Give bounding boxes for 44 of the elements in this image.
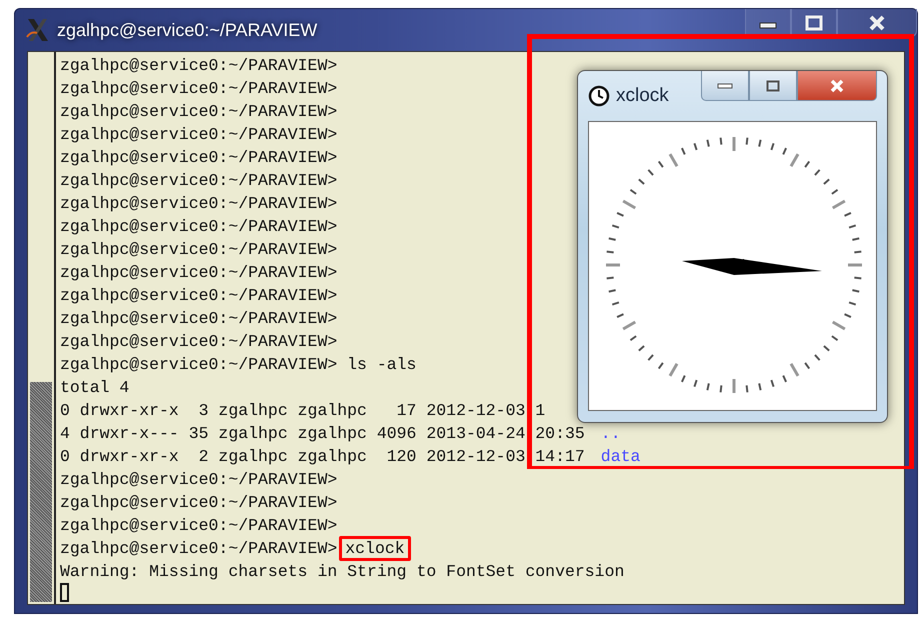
command-text: ls -als: [347, 355, 416, 374]
terminal-line: zgalhpc@service0:~/PARAVIEW>: [60, 125, 338, 144]
maximize-icon: [805, 14, 823, 30]
terminal-line: zgalhpc@service0:~/PARAVIEW>: [60, 217, 338, 236]
minimize-icon: [717, 82, 733, 90]
maximize-button[interactable]: [791, 9, 837, 37]
terminal-line: 0 drwxr-xr-x 2 zgalhpc zgalhpc 120 2012-12-03 14:17: [60, 447, 585, 466]
maximize-button[interactable]: [749, 71, 797, 101]
close-button[interactable]: [797, 71, 877, 101]
terminal-line: zgalhpc@service0:~/PARAVIEW>: [60, 539, 338, 558]
clock-icon: [588, 85, 610, 107]
directory-name: ..: [600, 424, 621, 443]
terminal-line: 4 drwxr-x--- 35 zgalhpc zgalhpc 4096 2013-04-24 20:35: [60, 424, 585, 443]
minimize-button[interactable]: [701, 71, 749, 101]
minimize-button[interactable]: [745, 9, 791, 37]
terminal-line: zgalhpc@service0:~/PARAVIEW>: [60, 263, 338, 282]
terminal-line: Warning: Missing charsets in String to FontSet conversion: [60, 562, 624, 581]
close-icon: [868, 14, 886, 30]
terminal-line: 0 drwxr-xr-x 3 zgalhpc zgalhpc 17 2012-12-03 1: [60, 401, 546, 420]
terminal-line: zgalhpc@service0:~/PARAVIEW>: [60, 148, 338, 167]
terminal-line: zgalhpc@service0:~/PARAVIEW>: [60, 493, 338, 512]
text-cursor: [60, 583, 69, 602]
terminal-line: zgalhpc@service0:~/PARAVIEW>: [60, 286, 338, 305]
terminal-line: zgalhpc@service0:~/PARAVIEW>: [60, 79, 338, 98]
terminal-line: zgalhpc@service0:~/PARAVIEW>: [60, 56, 338, 75]
terminal-line: zgalhpc@service0:~/PARAVIEW>: [60, 102, 338, 121]
terminal-line: zgalhpc@service0:~/PARAVIEW>: [60, 171, 338, 190]
window-title: zgalhpc@service0:~/PARAVIEW: [57, 20, 318, 40]
terminal-line: zgalhpc@service0:~/PARAVIEW>: [60, 470, 338, 489]
directory-name: data: [600, 447, 640, 466]
terminal-line: zgalhpc@service0:~/PARAVIEW>: [60, 516, 338, 535]
scrollbar-thumb[interactable]: [30, 382, 52, 602]
terminal-line: zgalhpc@service0:~/PARAVIEW>: [60, 240, 338, 259]
terminal-line: zgalhpc@service0:~/PARAVIEW>: [60, 355, 338, 374]
window-title: xclock: [616, 85, 669, 107]
terminal-line: total 4: [60, 378, 130, 397]
x-logo-icon: [25, 17, 51, 43]
close-icon: [829, 78, 845, 92]
close-button[interactable]: [837, 9, 917, 37]
terminal-line: zgalhpc@service0:~/PARAVIEW>: [60, 309, 338, 328]
maximize-icon: [766, 80, 780, 92]
command-text: xclock: [345, 539, 405, 558]
terminal-line: zgalhpc@service0:~/PARAVIEW>: [60, 194, 338, 213]
terminal-line: zgalhpc@service0:~/PARAVIEW>: [60, 332, 338, 351]
